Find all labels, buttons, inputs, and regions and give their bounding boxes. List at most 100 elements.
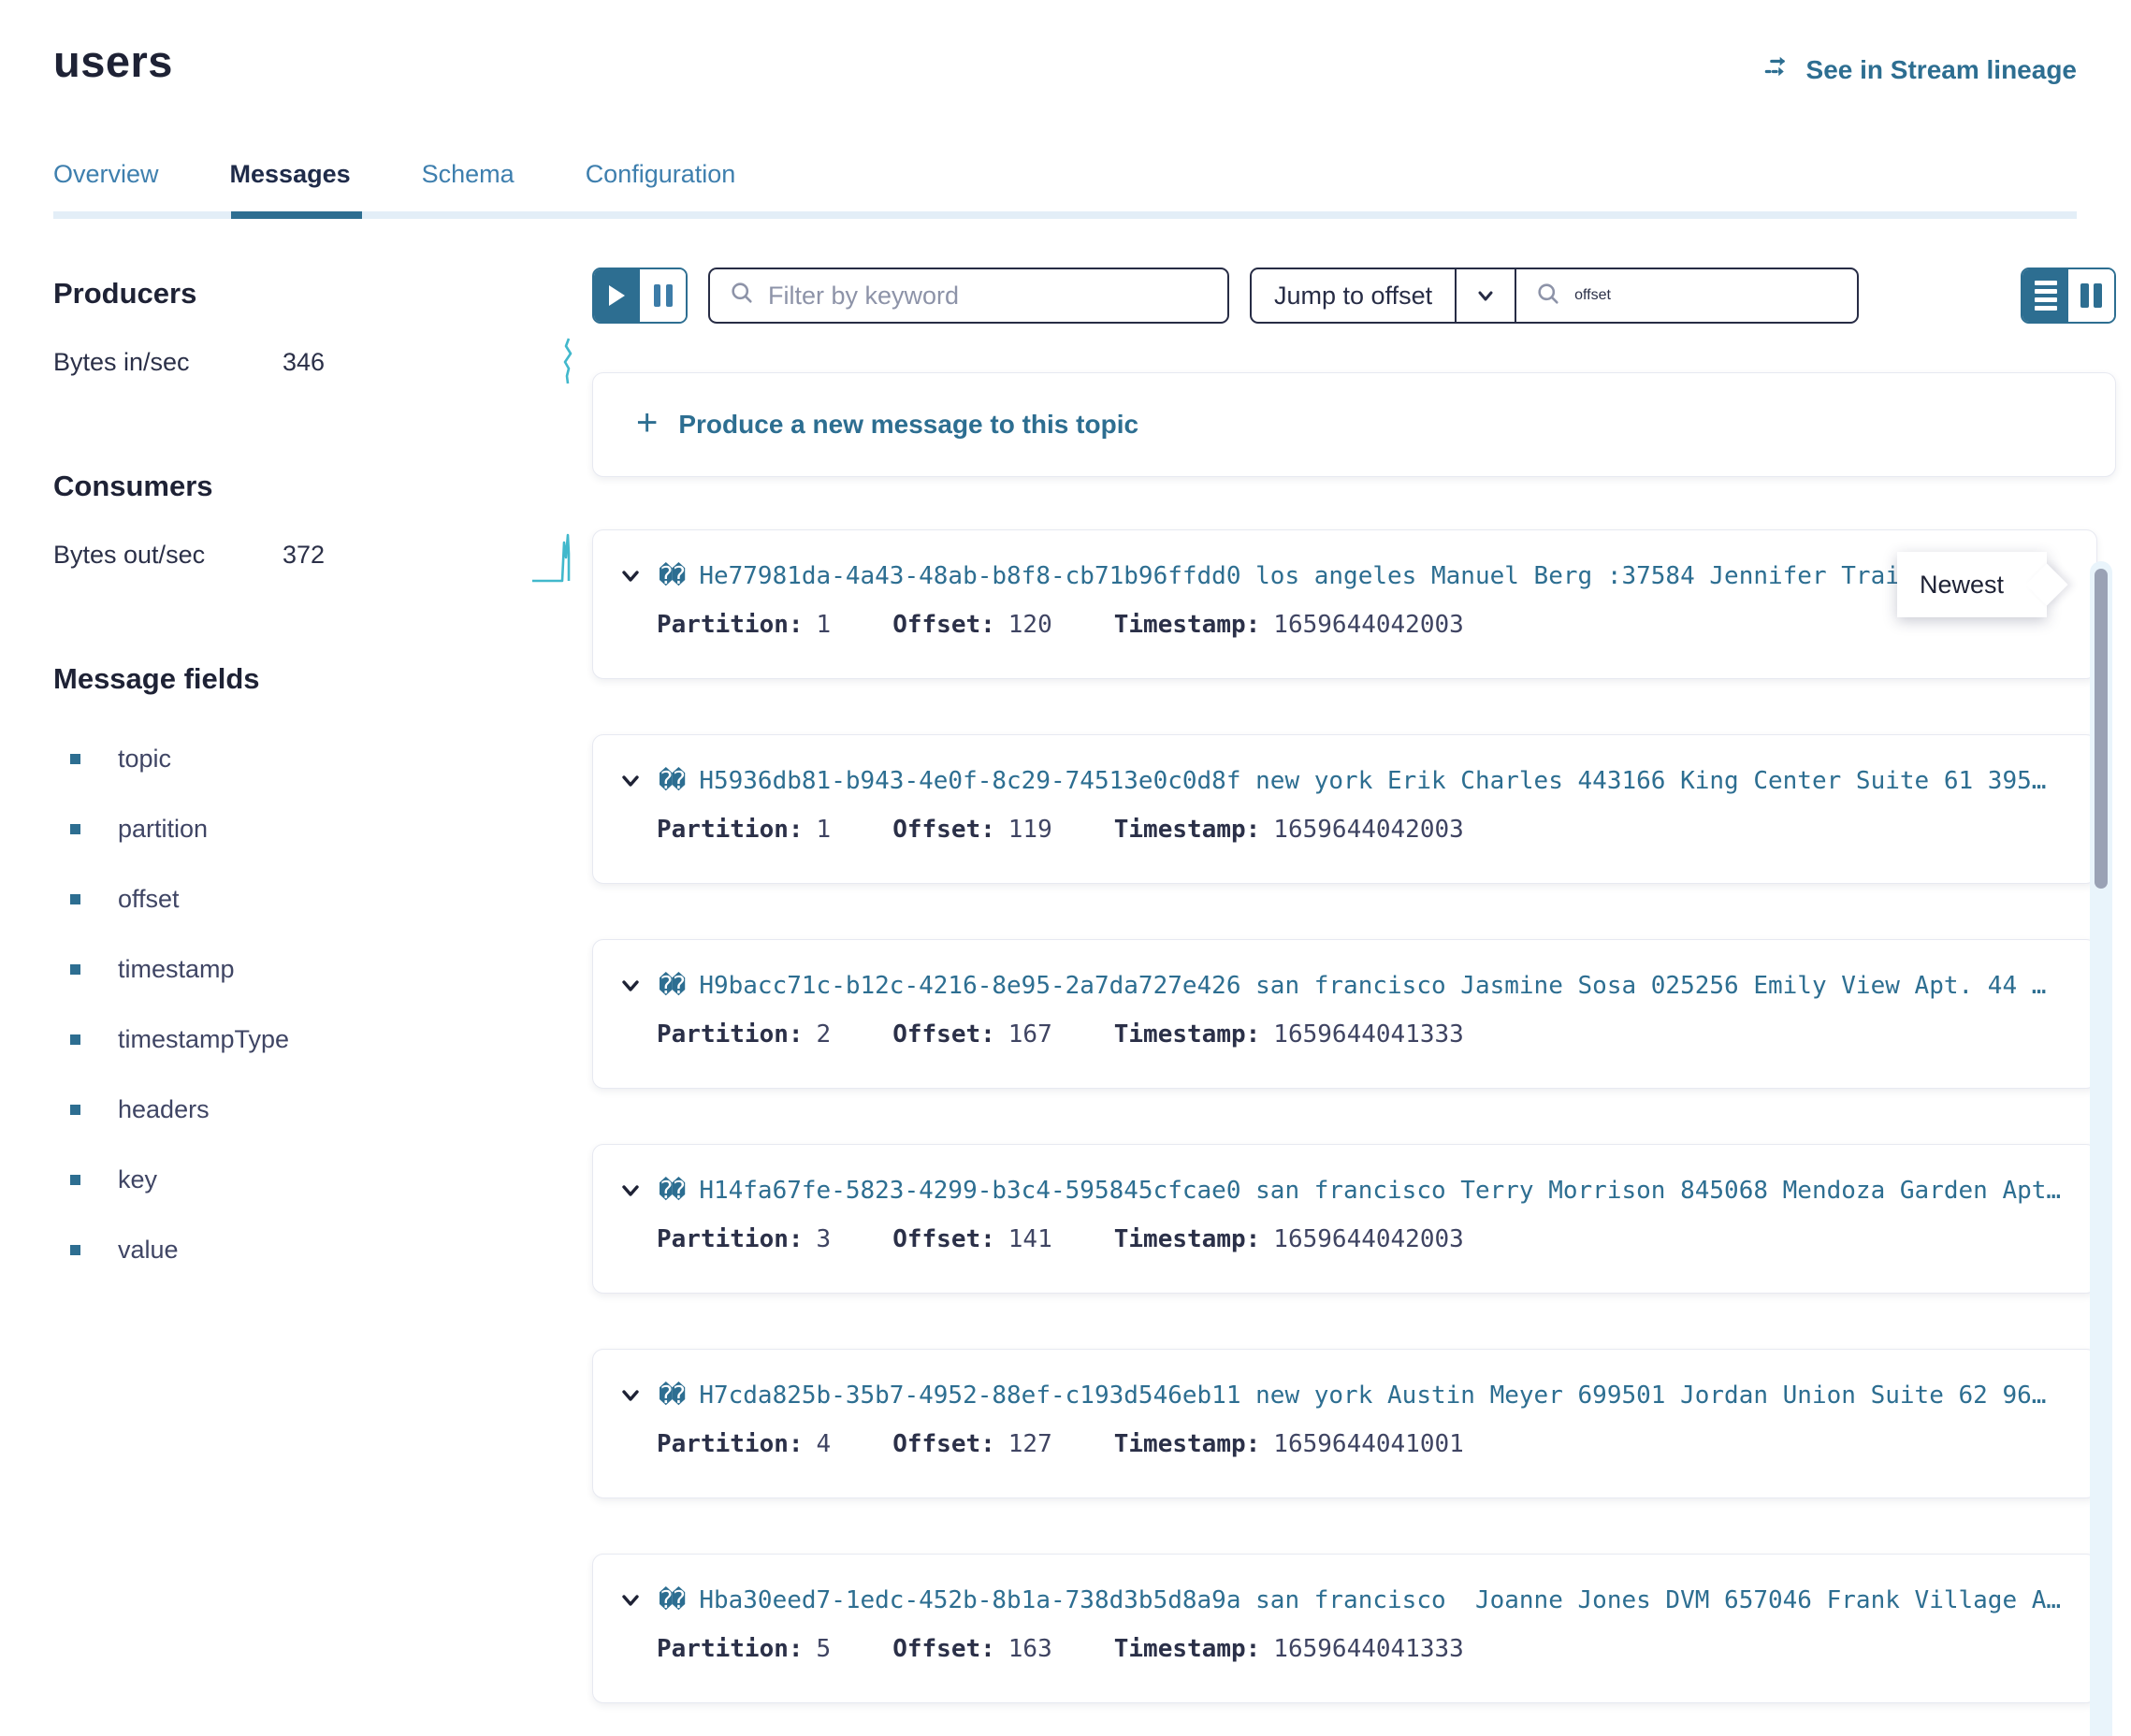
timestamp-value: 1659644041333 xyxy=(1273,1020,1464,1049)
topic-page: users See in Stream lineage Overview Mes… xyxy=(0,0,2131,1736)
tab-underline-track xyxy=(53,211,2077,219)
field-item-headers[interactable]: headers xyxy=(53,1095,592,1124)
message-row[interactable]: �� H14fa67fe-5823-4299-b3c4-595845cfcae0… xyxy=(592,1144,2097,1294)
message-row[interactable]: �� H5936db81-b943-4e0f-8c29-74513e0c0d8f… xyxy=(592,734,2097,884)
bytes-in-metric: Bytes in/sec 346 xyxy=(53,348,592,408)
partition-label: Partition: xyxy=(657,1635,804,1663)
offset-value: 120 xyxy=(1008,611,1052,639)
bytes-in-sparkline-icon xyxy=(560,337,575,392)
offset-label: Offset: xyxy=(892,816,995,844)
field-item-key[interactable]: key xyxy=(53,1165,592,1194)
column-view-button[interactable] xyxy=(2068,269,2114,322)
offset-label: Offset: xyxy=(892,1020,995,1049)
timestamp-value: 1659644042003 xyxy=(1273,611,1464,639)
timestamp-label: Timestamp: xyxy=(1114,1225,1261,1253)
message-row[interactable]: �� H9bacc71c-b12c-4216-8e95-2a7da727e426… xyxy=(592,939,2097,1089)
offset-search-input[interactable]: offset xyxy=(1516,269,1857,322)
messages-panel: Filter by keyword Jump to offset xyxy=(592,219,2116,1736)
timestamp-label: Timestamp: xyxy=(1114,1635,1261,1663)
message-fields-list: topic partition offset timestamp timesta… xyxy=(53,745,592,1265)
lineage-icon xyxy=(1763,52,1795,87)
consumers-heading: Consumers xyxy=(53,470,592,503)
timestamp-value: 1659644041001 xyxy=(1273,1430,1464,1458)
field-item-timestampType[interactable]: timestampType xyxy=(53,1025,592,1054)
jump-label: Jump to offset xyxy=(1274,282,1432,311)
timestamp-label: Timestamp: xyxy=(1114,611,1261,639)
chevron-down-icon[interactable] xyxy=(617,768,644,794)
chevron-down-icon[interactable] xyxy=(617,1178,644,1204)
partition-value: 5 xyxy=(817,1635,832,1663)
tab-configuration[interactable]: Configuration xyxy=(586,160,736,211)
offset-label: Offset: xyxy=(892,1635,995,1663)
tab-overview[interactable]: Overview xyxy=(53,160,159,211)
key-glyph-icon: �� xyxy=(659,767,684,795)
square-bullet-icon xyxy=(70,1105,80,1115)
timestamp-label: Timestamp: xyxy=(1114,1020,1261,1049)
lineage-label: See in Stream lineage xyxy=(1806,55,2077,85)
newest-tooltip-label: Newest xyxy=(1920,571,2004,600)
square-bullet-icon xyxy=(70,1034,80,1045)
chevron-down-icon[interactable] xyxy=(617,973,644,999)
scrollbar-thumb[interactable] xyxy=(2095,569,2108,889)
message-list-scrollbar[interactable] xyxy=(2090,561,2112,1736)
search-icon xyxy=(1535,281,1561,311)
field-label: timestamp xyxy=(118,955,235,984)
chevron-down-icon[interactable] xyxy=(617,1587,644,1613)
bytes-in-value: 346 xyxy=(283,348,395,377)
pause-icon xyxy=(654,284,673,307)
message-list: �� He77981da-4a43-48ab-b8f8-cb71b96ffdd0… xyxy=(592,529,2097,1703)
newest-tooltip: Newest xyxy=(1897,552,2047,617)
pause-button[interactable] xyxy=(640,269,686,322)
field-item-offset[interactable]: offset xyxy=(53,885,592,914)
active-tab-indicator xyxy=(231,211,362,219)
jump-to-offset-select[interactable]: Jump to offset xyxy=(1252,269,1455,322)
keyword-filter-input[interactable]: Filter by keyword xyxy=(708,268,1229,324)
chevron-down-icon[interactable] xyxy=(1457,269,1515,322)
square-bullet-icon xyxy=(70,964,80,975)
field-item-value[interactable]: value xyxy=(53,1236,592,1265)
timestamp-value: 1659644042003 xyxy=(1273,816,1464,844)
field-item-topic[interactable]: topic xyxy=(53,745,592,774)
chevron-down-icon[interactable] xyxy=(617,563,644,589)
square-bullet-icon xyxy=(70,754,80,764)
partition-label: Partition: xyxy=(657,1430,804,1458)
tab-messages[interactable]: Messages xyxy=(230,160,351,211)
play-button[interactable] xyxy=(594,269,640,322)
play-icon xyxy=(609,285,625,306)
stream-lineage-link[interactable]: See in Stream lineage xyxy=(1763,52,2077,87)
message-key: He77981da-4a43-48ab-b8f8-cb71b96ffdd0 lo… xyxy=(699,562,1944,590)
field-item-timestamp[interactable]: timestamp xyxy=(53,955,592,984)
play-pause-toggle xyxy=(592,268,688,324)
timestamp-label: Timestamp: xyxy=(1114,1430,1261,1458)
search-icon xyxy=(729,280,755,312)
tab-schema[interactable]: Schema xyxy=(422,160,515,211)
timestamp-value: 1659644041333 xyxy=(1273,1635,1464,1663)
message-row[interactable]: �� He77981da-4a43-48ab-b8f8-cb71b96ffdd0… xyxy=(592,529,2097,679)
offset-label: Offset: xyxy=(892,611,995,639)
produce-message-label: Produce a new message to this topic xyxy=(678,410,1138,440)
timestamp-value: 1659644042003 xyxy=(1273,1225,1464,1253)
square-bullet-icon xyxy=(70,1245,80,1255)
key-glyph-icon: �� xyxy=(659,972,684,1000)
key-glyph-icon: �� xyxy=(659,562,684,590)
message-row[interactable]: �� Hba30eed7-1edc-452b-8b1a-738d3b5d8a9a… xyxy=(592,1554,2097,1703)
message-key: H9bacc71c-b12c-4216-8e95-2a7da727e426 sa… xyxy=(699,972,2046,1000)
filter-placeholder: Filter by keyword xyxy=(768,282,959,311)
produce-message-button[interactable]: + Produce a new message to this topic xyxy=(592,372,2116,477)
list-view-icon xyxy=(2035,281,2057,311)
key-glyph-icon: �� xyxy=(659,1586,684,1614)
bytes-out-value: 372 xyxy=(283,541,395,570)
partition-label: Partition: xyxy=(657,1225,804,1253)
message-row[interactable]: �� H7cda825b-35b7-4952-88ef-c193d546eb11… xyxy=(592,1349,2097,1498)
bytes-out-sparkline-icon xyxy=(530,529,575,590)
offset-value: 119 xyxy=(1008,816,1052,844)
bytes-out-label: Bytes out/sec xyxy=(53,541,283,570)
chevron-down-icon[interactable] xyxy=(617,1382,644,1409)
offset-value: 127 xyxy=(1008,1430,1052,1458)
square-bullet-icon xyxy=(70,1175,80,1185)
field-label: timestampType xyxy=(118,1025,289,1054)
list-view-button[interactable] xyxy=(2022,269,2068,322)
field-item-partition[interactable]: partition xyxy=(53,815,592,844)
bytes-in-label: Bytes in/sec xyxy=(53,348,283,377)
offset-label: Offset: xyxy=(892,1430,995,1458)
